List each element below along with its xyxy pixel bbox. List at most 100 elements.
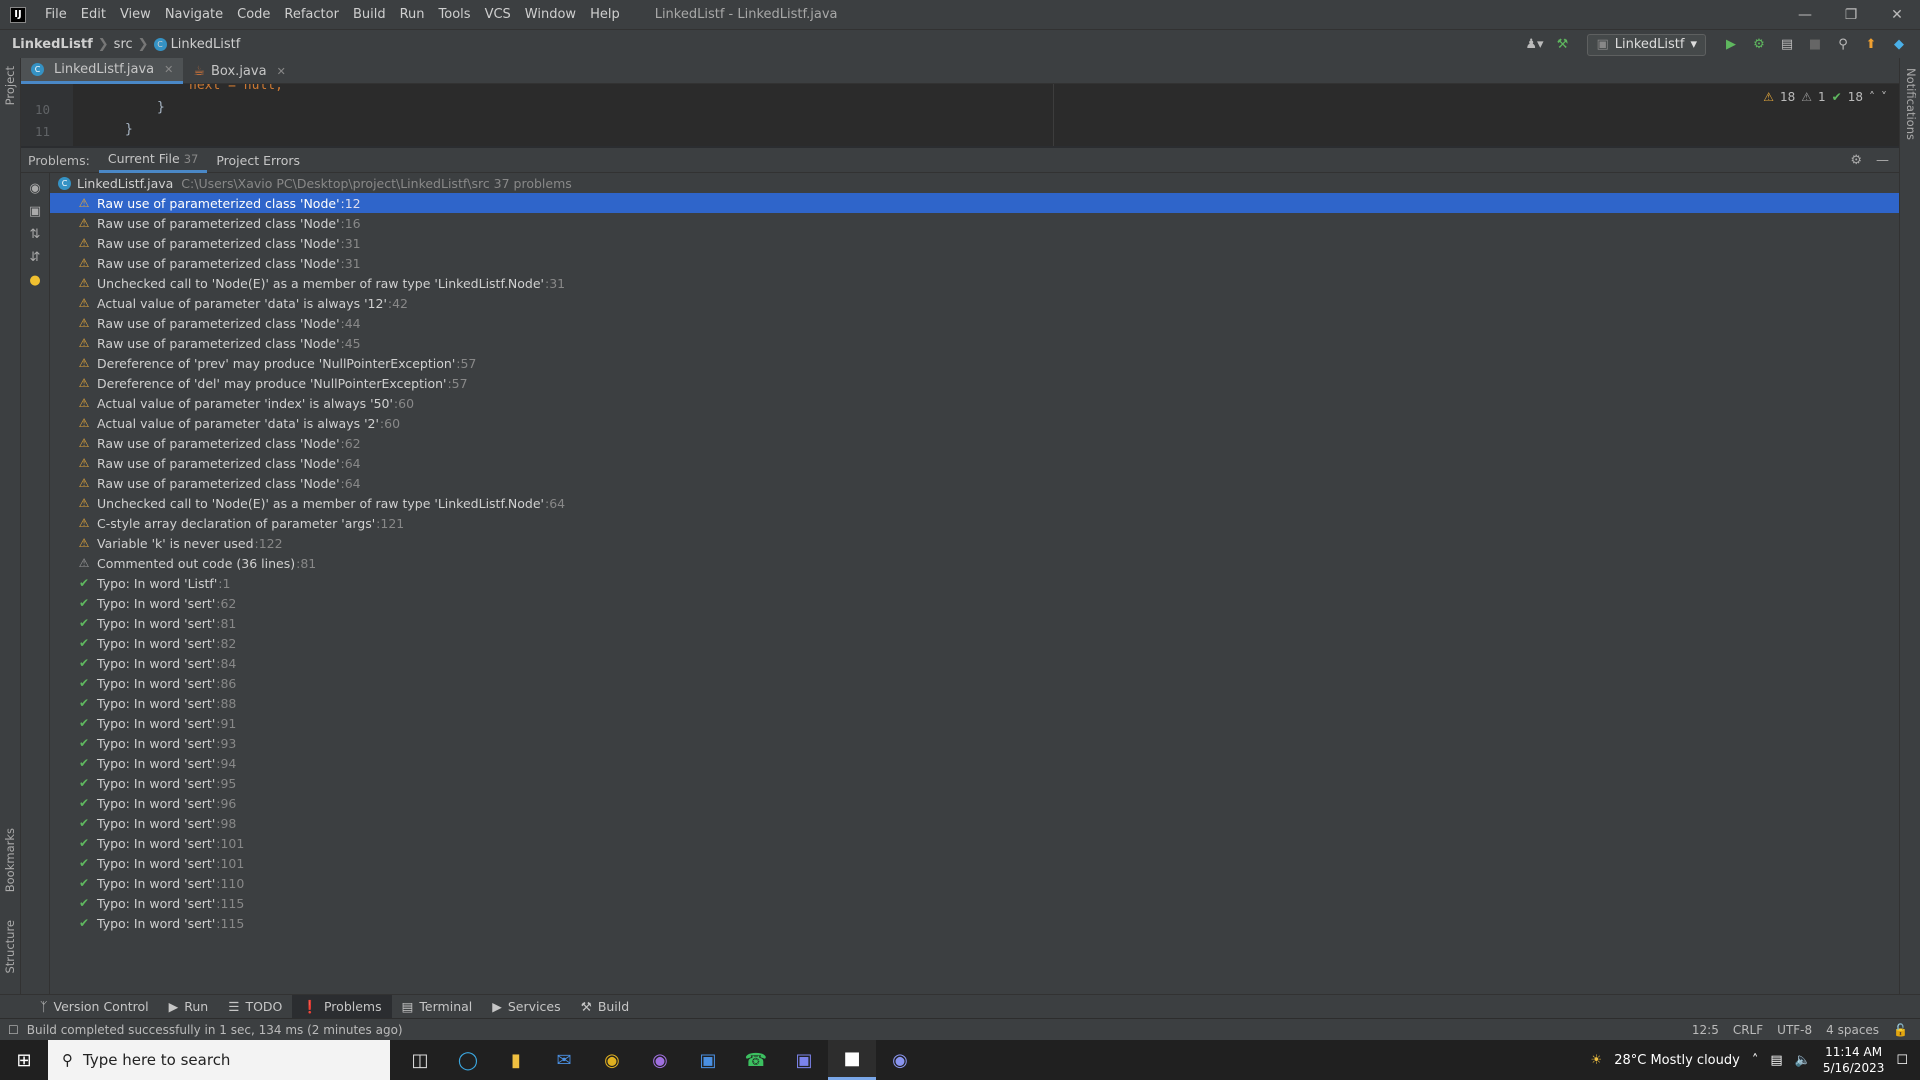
close-icon[interactable]: ✕ — [277, 65, 286, 78]
caret-position[interactable]: 12:5 — [1692, 1023, 1719, 1037]
run-icon[interactable]: ▶ — [1720, 34, 1742, 56]
project-tool-button[interactable]: Project — [3, 66, 17, 105]
menu-help[interactable]: Help — [583, 7, 627, 22]
problem-row[interactable]: ✔ Typo: In word 'sert':82 — [50, 633, 1899, 653]
tool-build[interactable]: ⚒ Build — [571, 995, 640, 1019]
problem-row[interactable]: ✔ Typo: In word 'Listf':1 — [50, 573, 1899, 593]
preview-icon[interactable]: ▣ — [21, 204, 49, 219]
problem-row[interactable]: ⚠ Variable 'k' is never used:122 — [50, 533, 1899, 553]
problem-row[interactable]: ⚠ Commented out code (36 lines):81 — [50, 553, 1899, 573]
search-icon[interactable]: ⚲ — [1832, 34, 1854, 56]
tool-terminal[interactable]: ▤ Terminal — [392, 995, 483, 1019]
tab-current-file[interactable]: Current File 37 — [98, 148, 208, 173]
problem-row[interactable]: ⚠ Raw use of parameterized class 'Node':4… — [50, 313, 1899, 333]
bookmarks-tool-button[interactable]: Bookmarks — [3, 828, 17, 892]
chevron-up-icon[interactable]: ˄ — [1869, 90, 1875, 104]
hide-icon[interactable]: — — [1876, 153, 1889, 168]
chevron-up-icon[interactable]: ˄ — [1752, 1053, 1759, 1068]
problem-row[interactable]: ⚠ Dereference of 'del' may produce 'NullP… — [50, 373, 1899, 393]
menu-window[interactable]: Window — [518, 7, 583, 22]
problem-row[interactable]: ✔ Typo: In word 'sert':101 — [50, 833, 1899, 853]
problem-row[interactable]: ✔ Typo: In word 'sert':94 — [50, 753, 1899, 773]
bulb-icon[interactable]: ● — [21, 273, 49, 288]
problem-row[interactable]: ⚠ Actual value of parameter 'data' is alw… — [50, 413, 1899, 433]
edge-icon[interactable]: ◯ — [444, 1040, 492, 1080]
menu-build[interactable]: Build — [346, 7, 393, 22]
task-view-icon[interactable]: ◫ — [396, 1040, 444, 1080]
line-separator[interactable]: CRLF — [1733, 1023, 1763, 1037]
menu-edit[interactable]: Edit — [74, 7, 113, 22]
stop-icon[interactable]: ■ — [1804, 34, 1826, 56]
problem-row[interactable]: ✔ Typo: In word 'sert':91 — [50, 713, 1899, 733]
problem-row[interactable]: ⚠ Raw use of parameterized class 'Node':1… — [50, 213, 1899, 233]
taskbar-search[interactable]: ⚲ Type here to search — [48, 1040, 390, 1080]
menu-vcs[interactable]: VCS — [478, 7, 518, 22]
close-icon[interactable]: ✕ — [1874, 0, 1920, 29]
debug-icon[interactable]: ⚙ — [1748, 34, 1770, 56]
problem-row[interactable]: ✔ Typo: In word 'sert':96 — [50, 793, 1899, 813]
menu-file[interactable]: File — [38, 7, 74, 22]
menu-refactor[interactable]: Refactor — [277, 7, 346, 22]
chevron-down-icon[interactable]: ˅ — [1881, 90, 1887, 104]
windows-start-icon[interactable]: ⊞ — [0, 1040, 48, 1080]
lock-icon[interactable]: 🔓 — [1893, 1023, 1908, 1037]
store-icon[interactable]: ▣ — [684, 1040, 732, 1080]
weather-icon[interactable]: ☀ — [1591, 1053, 1603, 1068]
clock[interactable]: 11:14 AM 5/16/2023 — [1823, 1044, 1885, 1076]
podcast-icon[interactable]: ◉ — [636, 1040, 684, 1080]
tab-linkedlistf-java[interactable]: C LinkedListf.java ✕ — [21, 58, 184, 84]
menu-tools[interactable]: Tools — [432, 7, 478, 22]
problems-file-node[interactable]: C LinkedListf.java C:\Users\Xavio PC\Des… — [50, 173, 1899, 193]
problem-row[interactable]: ✔ Typo: In word 'sert':88 — [50, 693, 1899, 713]
problem-row[interactable]: ⚠ Raw use of parameterized class 'Node':4… — [50, 333, 1899, 353]
breadcrumb-src[interactable]: src — [114, 37, 133, 52]
tool-todo[interactable]: ☰ TODO — [218, 995, 292, 1019]
problem-row[interactable]: ⚠ Raw use of parameterized class 'Node':3… — [50, 233, 1899, 253]
status-icon[interactable]: ☐ — [8, 1023, 19, 1037]
breadcrumb-project[interactable]: LinkedListf — [12, 37, 93, 52]
problem-row[interactable]: ✔ Typo: In word 'sert':93 — [50, 733, 1899, 753]
indent-setting[interactable]: 4 spaces — [1826, 1023, 1879, 1037]
tool-version-control[interactable]: ᛉ Version Control — [30, 995, 159, 1019]
tool-services[interactable]: ▶ Services — [482, 995, 570, 1019]
gear-icon[interactable]: ⚙ — [1850, 153, 1862, 168]
volume-icon[interactable]: 🔈 — [1795, 1053, 1811, 1068]
problem-row[interactable]: ⚠ Raw use of parameterized class 'Node':1… — [50, 193, 1899, 213]
problem-row[interactable]: ⚠ C-style array declaration of parameter … — [50, 513, 1899, 533]
file-explorer-icon[interactable]: ▮ — [492, 1040, 540, 1080]
menu-view[interactable]: View — [113, 7, 158, 22]
problem-row[interactable]: ⚠ Unchecked call to 'Node(E)' as a member… — [50, 273, 1899, 293]
hammer-icon[interactable]: ⚒ — [1551, 34, 1573, 56]
menu-run[interactable]: Run — [393, 7, 432, 22]
problem-row[interactable]: ⚠ Raw use of parameterized class 'Node':6… — [50, 433, 1899, 453]
notifications-icon[interactable]: ☐ — [1896, 1053, 1908, 1068]
weather-text[interactable]: 28°C Mostly cloudy — [1614, 1053, 1740, 1068]
problem-row[interactable]: ⚠ Raw use of parameterized class 'Node':6… — [50, 453, 1899, 473]
tool-problems[interactable]: ❗ Problems — [292, 994, 392, 1019]
problem-row[interactable]: ⚠ Unchecked call to 'Node(E)' as a member… — [50, 493, 1899, 513]
problem-row[interactable]: ✔ Typo: In word 'sert':84 — [50, 653, 1899, 673]
file-encoding[interactable]: UTF-8 — [1777, 1023, 1812, 1037]
eye-icon[interactable]: ◉ — [21, 181, 49, 196]
breadcrumb-class[interactable]: LinkedListf — [171, 37, 241, 52]
menu-code[interactable]: Code — [230, 7, 277, 22]
discord-icon[interactable]: ◉ — [876, 1040, 924, 1080]
problem-row[interactable]: ⚠ Raw use of parameterized class 'Node':6… — [50, 473, 1899, 493]
problem-row[interactable]: ⚠ Raw use of parameterized class 'Node':3… — [50, 253, 1899, 273]
mail-icon[interactable]: ✉ — [540, 1040, 588, 1080]
structure-tool-button[interactable]: Structure — [3, 920, 17, 974]
user-icon[interactable]: ♟▾ — [1523, 34, 1545, 56]
minimize-icon[interactable]: — — [1782, 0, 1828, 29]
close-icon[interactable]: ✕ — [164, 63, 173, 76]
problem-row[interactable]: ✔ Typo: In word 'sert':101 — [50, 853, 1899, 873]
problem-row[interactable]: ✔ Typo: In word 'sert':81 — [50, 613, 1899, 633]
problem-row[interactable]: ✔ Typo: In word 'sert':98 — [50, 813, 1899, 833]
collapse-all-icon[interactable]: ⇵ — [21, 250, 49, 265]
whatsapp-icon[interactable]: ☎ — [732, 1040, 780, 1080]
network-icon[interactable]: ▤ — [1770, 1053, 1782, 1068]
chrome-icon[interactable]: ◉ — [588, 1040, 636, 1080]
notifications-tool-button[interactable]: Notifications — [1904, 68, 1918, 140]
tab-project-errors[interactable]: Project Errors — [207, 148, 309, 173]
intellij-icon[interactable]: ■ — [828, 1040, 876, 1080]
code-editor[interactable]: 10 11 next = null; } } ⚠ 18 ⚠ 1 ✔ 18 ˄ ˅ — [21, 84, 1899, 146]
